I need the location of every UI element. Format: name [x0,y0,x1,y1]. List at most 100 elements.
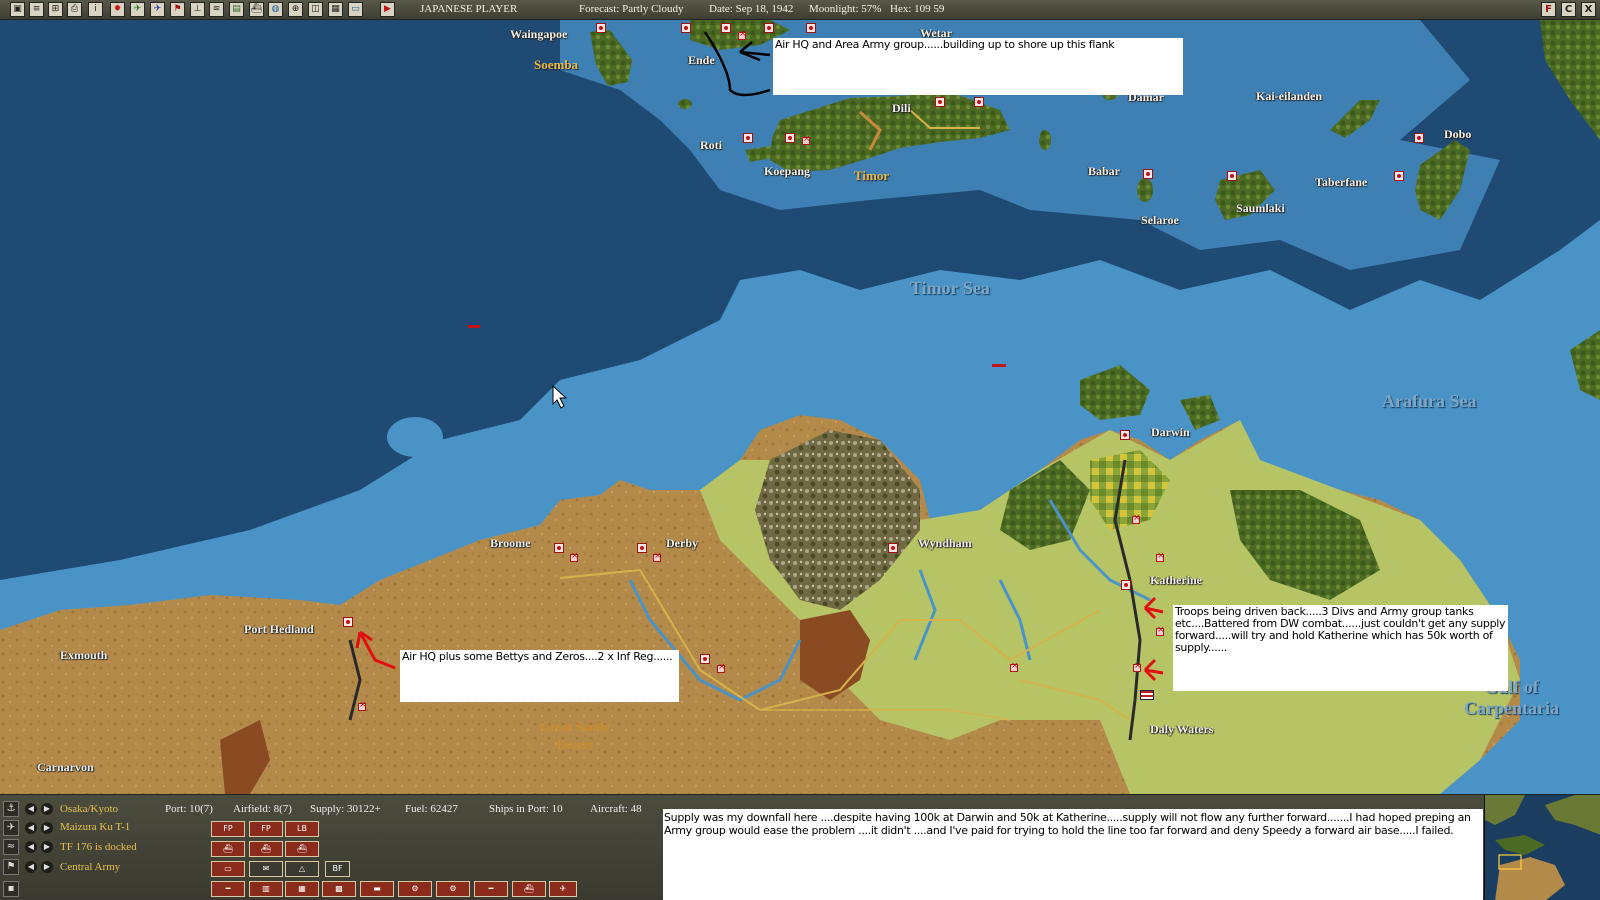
row-label-tf[interactable]: TF 176 is docked [60,841,137,853]
base-marker[interactable] [1414,133,1424,143]
flag-icon[interactable]: ⚑ [170,2,185,17]
base-marker[interactable] [721,23,731,33]
unit-marker[interactable] [1156,551,1165,562]
base-marker[interactable] [764,23,774,33]
prev-arrow-icon[interactable]: ◀ [25,861,37,873]
base-marker[interactable] [343,617,353,627]
envelope-button[interactable]: ✉ [249,861,283,877]
flag-button[interactable]: F [1541,2,1556,17]
unit-button[interactable]: ▭ [211,861,245,877]
rifle-button[interactable]: ━ [211,881,245,897]
base-marker[interactable] [637,543,647,553]
bf-button[interactable]: BF [325,861,350,877]
save-icon[interactable]: ▪ [3,881,19,897]
base-marker[interactable] [681,23,691,33]
ship-icon[interactable]: ⛴ [249,2,264,17]
stat-supply: Supply: 30122+ [310,803,381,815]
center-button[interactable]: C [1561,2,1576,17]
next-arrow-icon[interactable]: ▶ [41,803,53,815]
place-kai-eilanden: Kai-eilanden [1256,89,1323,103]
grid-icon[interactable]: ▦ [328,2,343,17]
base-marker[interactable] [785,133,795,143]
fp-button-2[interactable]: FP [249,821,283,837]
row-label-army[interactable]: Central Army [60,861,120,873]
unit-marker[interactable] [653,551,662,562]
next-arrow-icon[interactable]: ▶ [41,841,53,853]
base-marker[interactable] [1143,169,1153,179]
bar-button[interactable]: ▥ [249,881,283,897]
place-ende: Ende [688,53,715,67]
ship-type-button[interactable]: ⛴ [211,841,245,857]
plane-button[interactable]: ✈ [549,881,577,897]
close-button[interactable]: X [1581,2,1596,17]
place-port-hedland: Port Hedland [244,622,314,636]
chart-icon[interactable]: ▤ [229,2,244,17]
base-marker[interactable] [1120,430,1130,440]
unit-marker[interactable] [570,551,579,562]
unit-marker[interactable] [1010,661,1019,672]
map-view[interactable]: Waingapoe Ende Wetar Dili Damar Kai-eila… [0,20,1600,794]
menu-icon[interactable]: ▣ [10,2,25,17]
base-marker[interactable] [743,133,753,143]
base-marker[interactable] [1227,171,1237,181]
base-marker[interactable] [1394,171,1404,181]
place-koepang: Koepang [764,164,811,178]
convoy-icon[interactable]: ≋ [209,2,224,17]
row-label-base[interactable]: Osaka/Kyoto [60,803,118,815]
next-arrow-icon[interactable]: ▶ [41,861,53,873]
lb-button[interactable]: LB [285,821,319,837]
next-arrow-icon[interactable]: ▶ [41,822,53,834]
prev-arrow-icon[interactable]: ◀ [25,803,37,815]
base-marker[interactable] [806,23,816,33]
base-marker[interactable] [888,543,898,553]
info-icon[interactable]: i [88,2,103,17]
ship-type-button-2[interactable]: ⛴ [249,841,283,857]
prev-arrow-icon[interactable]: ◀ [25,841,37,853]
base-marker[interactable] [554,543,564,553]
fp-button[interactable]: FP [211,821,245,837]
settings-button[interactable]: ⚙ [398,881,432,897]
end-turn-icon[interactable]: ▶ [380,2,395,17]
report-icon[interactable]: ⊞ [48,2,63,17]
gun-button[interactable]: ━ [474,881,508,897]
base-marker[interactable] [974,97,984,107]
base-marker[interactable] [935,97,945,107]
base-marker[interactable] [596,23,606,33]
globe-icon[interactable]: ◍ [268,2,283,17]
aircraft-icon[interactable]: ✈ [130,2,145,17]
window-icon[interactable]: ▭ [348,2,363,17]
unit-marker[interactable] [738,29,747,40]
ship-type-button-3[interactable]: ⛴ [285,841,319,857]
unit-marker[interactable] [717,662,726,673]
prev-arrow-icon[interactable]: ◀ [25,822,37,834]
annotation-note-katherine: Troops being driven back.....3 Divs and … [1173,605,1508,691]
rising-sun-icon[interactable]: ✹ [110,2,125,17]
unit-marker[interactable] [1156,625,1165,636]
anchor-icon[interactable]: ⚓ [3,801,19,817]
us-flag-icon[interactable] [1140,690,1154,700]
unit-marker[interactable] [1132,513,1141,524]
forecast-text: Forecast: Partly Cloudy [579,3,684,15]
ground-icon[interactable]: ⊥ [190,2,205,17]
flag-icon[interactable]: ⚑ [3,859,19,875]
base-marker[interactable] [700,654,710,664]
unit-marker[interactable] [802,134,811,145]
transport-button[interactable]: ▬ [360,881,394,897]
unit-marker[interactable] [358,700,367,711]
plane-icon[interactable]: ✈ [3,820,19,836]
row-label-air[interactable]: Maizura Ku T-1 [60,821,130,833]
print-icon[interactable]: ⎙ [67,2,82,17]
base-marker[interactable] [1121,580,1131,590]
target-icon[interactable]: ⊕ [288,2,303,17]
list-icon[interactable]: ≡ [29,2,44,17]
ob-icon[interactable]: ◫ [308,2,323,17]
armor-button[interactable]: ▩ [322,881,356,897]
tanks-button[interactable]: ▦ [285,881,319,897]
fort-button[interactable]: △ [285,861,319,877]
minimap[interactable] [1484,795,1600,900]
ship-button[interactable]: ⛴ [512,881,546,897]
ship-icon[interactable]: ≈ [3,839,19,855]
fighter-icon[interactable]: ✈ [150,2,165,17]
settings-button-2[interactable]: ⚙ [436,881,470,897]
unit-marker[interactable] [1133,661,1142,672]
